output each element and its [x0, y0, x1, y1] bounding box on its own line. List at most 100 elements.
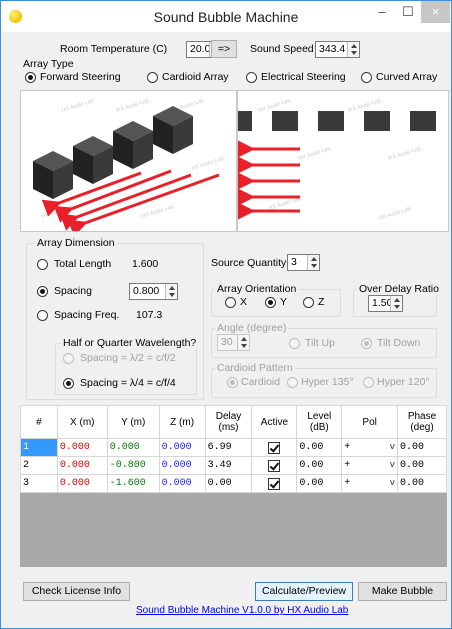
speaker-icon [73, 136, 113, 184]
orientation-radio-z[interactable] [303, 297, 314, 308]
cell-pol[interactable]: + v [341, 456, 399, 475]
col-header: Level (dB) [296, 405, 343, 439]
cell-active[interactable] [251, 456, 298, 475]
cell-z[interactable]: 0.000 [158, 438, 206, 457]
cell-x[interactable]: 0.000 [56, 438, 108, 457]
spinner-arrows-icon[interactable] [237, 335, 249, 350]
cell-y[interactable]: -1.600 [106, 474, 160, 493]
check-license-button[interactable]: Check License Info [23, 582, 130, 601]
cell-z[interactable]: 0.000 [158, 456, 206, 475]
cell-pol[interactable]: + v [341, 474, 399, 493]
spacing-freq-radio[interactable] [37, 310, 48, 321]
chevron-down-icon[interactable]: v [390, 460, 395, 470]
preview-top-pane: HX Audio Lab HX Audio Lab HX Audio Lab H… [237, 90, 449, 232]
chevron-down-icon[interactable]: v [390, 478, 395, 488]
cell-delay[interactable]: 6.99 [204, 438, 253, 457]
cell-delay[interactable]: 3.49 [204, 456, 253, 475]
tilt-up-label: Tilt Up [305, 337, 335, 349]
cell-x[interactable]: 0.000 [56, 456, 108, 475]
spinner-arrows-icon[interactable] [307, 255, 319, 270]
orientation-radio-y[interactable] [265, 297, 276, 308]
array-type-radio-cardioid[interactable] [147, 72, 158, 83]
orientation-radio-x[interactable] [225, 297, 236, 308]
version-link[interactable]: Sound Bubble Machine V1.0.0 by HX Audio … [136, 605, 348, 616]
tilt-down-radio[interactable] [361, 338, 372, 349]
spacing-radio[interactable] [37, 286, 48, 297]
table-header-row: # X (m) Y (m) Z (m) Delay (ms) Active Le… [20, 405, 447, 439]
array-type-option: Curved Array [376, 71, 438, 83]
array-type-option: Electrical Steering [261, 71, 346, 83]
angle-title: Angle (degree) [215, 322, 289, 334]
cell-level[interactable]: 0.00 [296, 438, 343, 457]
spinner-arrows-icon[interactable] [347, 42, 359, 57]
over-delay-spinner[interactable]: 1.50 [368, 295, 403, 312]
array-type-option: Cardioid Array [162, 71, 229, 83]
maximize-button[interactable]: ☐ [395, 1, 421, 23]
table-row[interactable]: 3 0.000 -1.600 0.000 0.00 0.00 + v 0.00 [20, 474, 447, 493]
spacing-freq-value: 107.3 [136, 309, 163, 321]
cell-level[interactable]: 0.00 [296, 474, 343, 493]
cell-y[interactable]: 0.000 [106, 438, 160, 457]
cell-phase[interactable]: 0.00 [397, 474, 447, 493]
close-button[interactable]: × [421, 1, 450, 23]
hyper135-radio[interactable] [287, 377, 298, 388]
row-number[interactable]: 2 [20, 456, 58, 475]
array-type-label: Array Type [23, 58, 74, 70]
cell-delay[interactable]: 0.00 [204, 474, 253, 493]
array-type-radio-curved[interactable] [361, 72, 372, 83]
half-wavelength-radio[interactable] [63, 353, 74, 364]
table-row[interactable]: 1 0.000 0.000 0.000 6.99 0.00 + v 0.00 [20, 438, 447, 457]
total-length-value: 1.600 [132, 258, 159, 270]
col-header: Active [251, 405, 298, 439]
cell-level[interactable]: 0.00 [296, 456, 343, 475]
col-header: # [20, 405, 58, 439]
cell-x[interactable]: 0.000 [56, 474, 108, 493]
chevron-down-icon[interactable]: v [390, 442, 395, 452]
speaker-icon [364, 111, 390, 131]
top-array-graphic [238, 111, 436, 220]
active-checkbox[interactable] [268, 477, 281, 490]
cardioid-option: Hyper 120° [377, 376, 430, 388]
col-header: Delay (ms) [204, 405, 253, 439]
quarter-wavelength-radio[interactable] [63, 378, 74, 389]
spinner-arrows-icon[interactable] [165, 284, 177, 299]
col-header: X (m) [56, 405, 108, 439]
hyper120-radio[interactable] [363, 377, 374, 388]
row-number[interactable]: 1 [20, 438, 58, 457]
orientation-option: X [240, 296, 248, 308]
calculate-preview-button[interactable]: Calculate/Preview [255, 582, 353, 601]
minimize-button[interactable]: – [369, 1, 395, 23]
source-quantity-spinner[interactable]: 3 [287, 254, 320, 271]
cell-z[interactable]: 0.000 [158, 474, 206, 493]
cardioid-radio[interactable] [227, 377, 238, 388]
speaker-icon [33, 151, 73, 199]
total-length-radio[interactable] [37, 259, 48, 270]
cell-y[interactable]: -0.800 [106, 456, 160, 475]
speaker-icon [410, 111, 436, 131]
spinner-arrows-icon[interactable] [390, 296, 402, 311]
sound-speed-spinner[interactable]: 343.4 [315, 41, 360, 58]
active-checkbox[interactable] [268, 441, 281, 454]
tilt-up-radio[interactable] [289, 338, 300, 349]
row-number[interactable]: 3 [20, 474, 58, 493]
cell-phase[interactable]: 0.00 [397, 438, 447, 457]
orientation-option: Y [280, 296, 288, 308]
spacing-spinner[interactable]: 0.800 [129, 283, 178, 300]
title-bar: Sound Bubble Machine – ☐ × [1, 1, 451, 32]
col-header: Phase (deg) [397, 405, 447, 439]
col-header: Z (m) [158, 405, 206, 439]
convert-button[interactable]: => [211, 40, 237, 58]
active-checkbox[interactable] [268, 459, 281, 472]
array-type-radio-electrical[interactable] [246, 72, 257, 83]
make-bubble-button[interactable]: Make Bubble [358, 582, 447, 601]
spacing-freq-label: Spacing Freq. [54, 309, 120, 321]
sound-speed-label: Sound Speed [250, 43, 314, 55]
cell-active[interactable] [251, 438, 298, 457]
cell-active[interactable] [251, 474, 298, 493]
table-row[interactable]: 2 0.000 -0.800 0.000 3.49 0.00 + v 0.00 [20, 456, 447, 475]
angle-spinner[interactable]: 30 [217, 334, 250, 351]
cell-phase[interactable]: 0.00 [397, 456, 447, 475]
cell-pol[interactable]: + v [341, 438, 399, 457]
array-type-radio-forward[interactable] [25, 72, 36, 83]
speaker-icon [318, 111, 344, 131]
